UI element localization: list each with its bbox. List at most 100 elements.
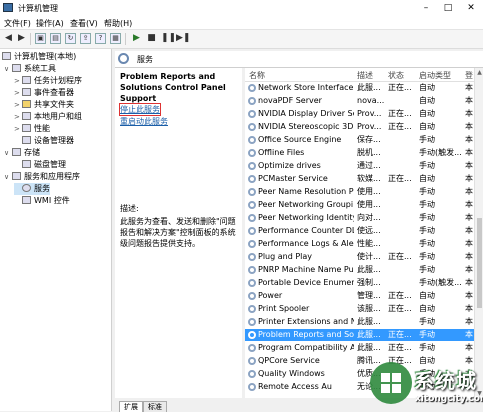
table-row[interactable]: Printer Extensions and N... 此服... 手动 本 <box>245 316 474 328</box>
chevron-down-icon[interactable]: ∨ <box>4 147 12 159</box>
column-header-startup-type[interactable]: 启动类型 <box>419 70 451 81</box>
gear-icon <box>248 240 256 248</box>
cell-startup: 手动 <box>419 213 435 222</box>
cell-logon: 本 <box>465 135 473 144</box>
table-row[interactable]: Peer Networking Groupi... 使用... 手动 本 <box>245 199 474 211</box>
cell-logon: 本 <box>465 122 473 131</box>
cell-desc: 强制... <box>357 278 381 287</box>
cell-desc: 保存... <box>357 135 381 144</box>
chevron-down-icon[interactable]: ∨ <box>4 171 12 183</box>
table-row[interactable]: Performance Counter DL... 使远... 手动 本 <box>245 225 474 237</box>
gear-icon <box>248 253 256 261</box>
gear-icon <box>248 266 256 274</box>
chevron-right-icon[interactable]: > <box>14 111 22 123</box>
cell-startup: 自动 <box>419 83 435 92</box>
table-row[interactable]: PNRP Machine Name Pu... 此服... 手动 本 <box>245 264 474 276</box>
pause-service-icon[interactable]: ❚❚ <box>161 33 176 44</box>
tree-item-wmi-control[interactable]: WMI 控件 <box>14 195 70 207</box>
table-row[interactable]: Portable Device Enumera...强制... 手动(触发...本 <box>245 277 474 289</box>
up-icon[interactable]: ▣ <box>35 33 46 44</box>
chevron-down-icon[interactable]: ∨ <box>4 63 12 75</box>
table-row[interactable]: Program Compatibility A... 此服... 正在... 手动 本 <box>245 342 474 354</box>
menu-view[interactable]: 查看(V) <box>70 18 98 29</box>
vertical-scrollbar[interactable]: ▲ ▼ <box>474 68 483 398</box>
table-row[interactable]: Network Store Interface ... 此服... 正在... 自动 本 <box>245 82 474 94</box>
table-row[interactable]: Office Source Engine 保存... 手动 本 <box>245 134 474 146</box>
tree-item-device-manager[interactable]: 设备管理器 <box>14 135 74 147</box>
table-row[interactable]: Optimize drives 通过... 手动 本 <box>245 160 474 172</box>
tab-standard[interactable]: 标准 <box>143 401 167 412</box>
event-log-icon <box>22 88 31 96</box>
list-header: 名称 描述 状态 启动类型 登 <box>245 68 474 82</box>
column-header-logon[interactable]: 登 <box>465 70 473 81</box>
table-row[interactable]: Print Spooler 该服... 正在... 自动 本 <box>245 303 474 315</box>
chevron-right-icon[interactable]: > <box>14 99 22 111</box>
restart-service-icon[interactable]: ▶❚ <box>176 33 190 44</box>
service-description-panel: Problem Reports and Solutions Control Pa… <box>115 68 242 398</box>
minimize-button[interactable]: – <box>416 0 436 16</box>
refresh-icon[interactable]: ↻ <box>65 33 76 44</box>
table-row[interactable]: NVIDIA Stereoscopic 3D ... Prov... 正在... 自动… <box>245 121 474 133</box>
tree-item-shared-folders[interactable]: > 共享文件夹 <box>14 99 74 111</box>
cell-logon: 本 <box>465 291 473 300</box>
tree-item-computer-management[interactable]: 计算机管理(本地) <box>2 51 76 63</box>
cell-logon: 本 <box>465 148 473 157</box>
gear-icon <box>248 84 256 92</box>
gear-icon <box>248 370 256 378</box>
table-row[interactable]: Peer Networking Identity... 向对... 手动 本 <box>245 212 474 224</box>
tab-extended[interactable]: 扩展 <box>119 401 143 412</box>
help-icon[interactable]: ? <box>95 33 106 44</box>
tree-item-local-users[interactable]: > 本地用户和组 <box>14 111 82 123</box>
scrollbar-thumb[interactable] <box>477 218 482 308</box>
start-service-icon[interactable]: ▶ <box>131 33 142 44</box>
tree-item-storage[interactable]: ∨ 存储 <box>4 147 40 159</box>
cell-logon: 本 <box>465 278 473 287</box>
tree-item-system-tools[interactable]: ∨ 系统工具 <box>4 63 56 75</box>
close-button[interactable]: ✕ <box>461 0 481 16</box>
show-hide-tree-icon[interactable]: ▤ <box>50 33 61 44</box>
cell-name: PNRP Machine Name Pu... <box>258 265 354 274</box>
stop-service-link[interactable]: 停止此服务 <box>119 103 161 116</box>
tree-item-performance[interactable]: > 性能 <box>14 123 50 135</box>
scroll-up-icon[interactable]: ▲ <box>475 68 483 77</box>
console-tree: 计算机管理(本地) ∨ 系统工具 > 任务计划程序 > 事件查看器 > 共享文件夹 > 本… <box>0 49 112 411</box>
stop-service-icon[interactable]: ■ <box>146 33 157 44</box>
table-row[interactable]: Plug and Play 使计... 正在... 手动 本 <box>245 251 474 263</box>
back-icon[interactable]: ◀ <box>3 33 14 44</box>
cell-name: Optimize drives <box>258 161 321 170</box>
menu-help[interactable]: 帮助(H) <box>104 18 132 29</box>
export-icon[interactable]: ⇪ <box>80 33 91 44</box>
table-row[interactable]: Power 管理... 正在... 自动 本 <box>245 290 474 302</box>
tree-item-event-viewer[interactable]: > 事件查看器 <box>14 87 74 99</box>
table-row[interactable]: NVIDIA Display Driver Se...Prov... 正在... 自… <box>245 108 474 120</box>
maximize-button[interactable]: □ <box>438 0 458 16</box>
tree-item-services-and-apps[interactable]: ∨ 服务和应用程序 <box>4 171 80 183</box>
table-row[interactable]: Peer Name Resolution Pr... 使用... 手动 本 <box>245 186 474 198</box>
gear-icon <box>248 357 256 365</box>
chevron-right-icon[interactable]: > <box>14 75 22 87</box>
column-header-status[interactable]: 状态 <box>388 70 404 81</box>
table-row[interactable]: novaPDF Server nova... 自动 本 <box>245 95 474 107</box>
tree-item-disk-management[interactable]: 磁盘管理 <box>14 159 66 171</box>
column-header-description[interactable]: 描述 <box>357 70 373 81</box>
chevron-right-icon[interactable]: > <box>14 123 22 135</box>
table-row[interactable]: Offline Files 脱机... 手动(触发... 本 <box>245 147 474 159</box>
cell-name: Program Compatibility A... <box>258 343 354 352</box>
tree-item-services[interactable]: 服务 <box>14 183 50 195</box>
folder-icon <box>22 100 31 108</box>
forward-icon[interactable]: ▶ <box>16 33 27 44</box>
properties-icon[interactable]: ▦ <box>110 33 121 44</box>
cell-desc: 通过... <box>357 161 381 170</box>
restart-service-link[interactable]: 重启动此服务 <box>120 116 168 127</box>
column-header-name[interactable]: 名称 <box>249 70 265 81</box>
table-row[interactable]: Performance Logs & Aler... 性能... 手动 本 <box>245 238 474 250</box>
tree-item-task-scheduler[interactable]: > 任务计划程序 <box>14 75 82 87</box>
cell-desc: 软媒... <box>357 174 381 183</box>
menu-action[interactable]: 操作(A) <box>36 18 64 29</box>
menu-file[interactable]: 文件(F) <box>4 18 31 29</box>
chevron-right-icon[interactable]: > <box>14 87 22 99</box>
cell-logon: 本 <box>465 174 473 183</box>
cell-startup: 自动 <box>419 122 435 131</box>
table-row[interactable]: Problem Reports and Sol... 此服... 正在... 手动 本 <box>245 329 474 341</box>
table-row[interactable]: PCMaster Service 软媒... 正在... 自动 本 <box>245 173 474 185</box>
